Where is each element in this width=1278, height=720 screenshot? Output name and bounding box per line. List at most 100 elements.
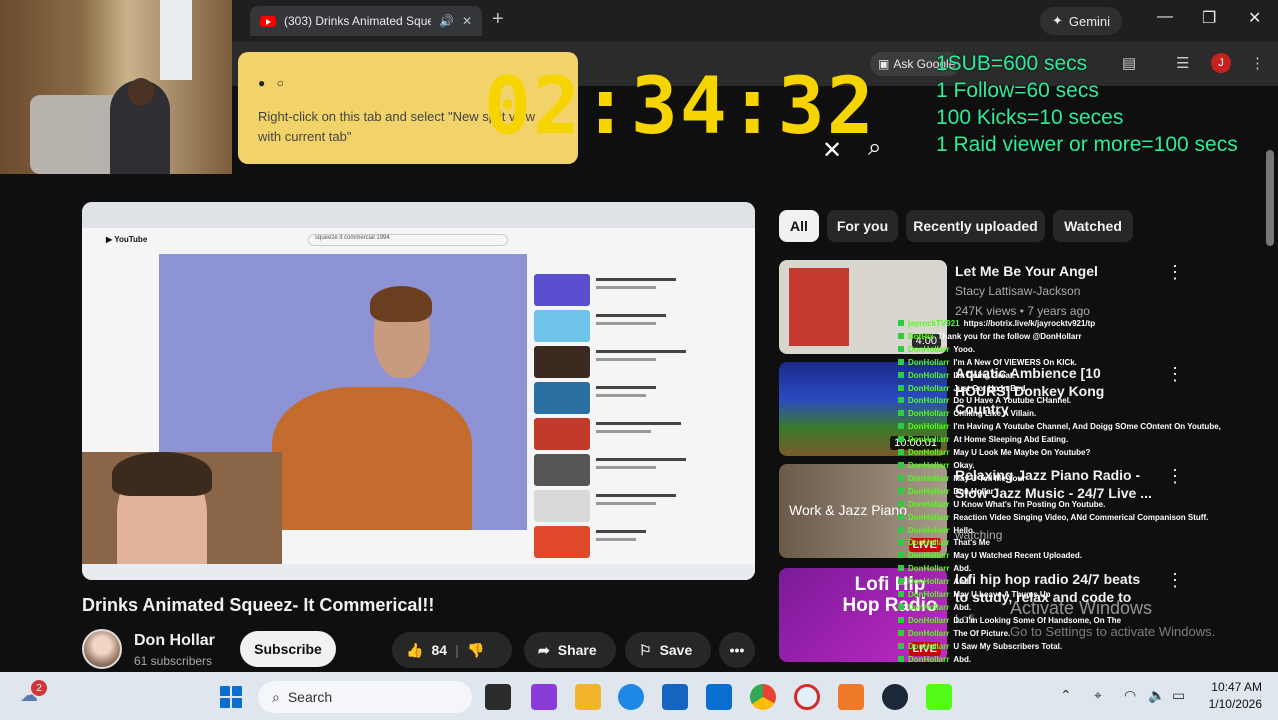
more-actions-button[interactable]: ••• [719, 632, 755, 668]
clock-date[interactable]: 1/10/2026 [1200, 697, 1262, 711]
chrome-icon[interactable] [750, 684, 776, 710]
chat-text: Abd. [953, 602, 972, 612]
close-window-icon[interactable]: ✕ [1248, 8, 1261, 28]
chevron-up-icon[interactable]: ⌃ [1060, 687, 1072, 704]
webcam-window [160, 0, 192, 80]
chat-text: May U Watched Recent Uploaded. [953, 551, 1082, 561]
sparkle-icon: ✦ [1051, 13, 1063, 28]
chat-message: DonHollarr Don Hollar [898, 486, 1258, 499]
location-icon[interactable]: ⌖ [1094, 687, 1102, 704]
thumbs-down-icon[interactable]: 👎 [467, 642, 484, 659]
restore-icon[interactable]: ❐ [1202, 8, 1216, 28]
kick-badge-icon [898, 539, 904, 546]
subscribe-button[interactable]: Subscribe [240, 631, 336, 667]
kick-badge-icon [898, 461, 904, 468]
tooltip-page-dots: ● ○ [258, 76, 288, 90]
edge-icon[interactable] [618, 684, 644, 710]
channel-name[interactable]: Don Hollar [134, 632, 215, 650]
chat-message: DonHollarr May U Tell Me Your [898, 473, 1258, 486]
taskbar-search[interactable]: ⌕ Search [258, 681, 472, 713]
tab-title: (303) Drinks Animated Squeez [284, 14, 431, 28]
chat-username: DonHollarr [908, 383, 950, 393]
kick-icon[interactable] [926, 684, 952, 710]
volume-icon[interactable]: 🔈 [1148, 687, 1165, 704]
kick-badge-icon [898, 345, 904, 352]
more-menu-icon[interactable]: ⋮ [1250, 54, 1265, 72]
notification-badge: 2 [31, 680, 47, 696]
chip-all[interactable]: All [779, 210, 819, 242]
chat-text: At Home Sleeping Abd Eating. [953, 435, 1069, 445]
chat-message: DonHollarr Okay. [898, 460, 1258, 473]
minimize-icon[interactable]: — [1157, 8, 1173, 26]
store-icon[interactable] [662, 684, 688, 710]
battery-icon[interactable]: ▭ [1172, 687, 1185, 704]
kick-badge-icon [898, 358, 904, 365]
kick-badge-icon [898, 332, 904, 339]
chip-for-you[interactable]: For you [827, 210, 898, 242]
channel-avatar[interactable] [82, 629, 122, 669]
save-button[interactable]: ⚐ Save [625, 632, 711, 668]
like-count[interactable]: 84 [431, 642, 447, 658]
sidebar-video-channel[interactable]: Stacy Lattisaw-Jackson [955, 284, 1080, 298]
kick-badge-icon [898, 397, 904, 404]
chat-message: DonHollarr Abd. [898, 654, 1258, 667]
steam-icon[interactable] [882, 684, 908, 710]
more-horizontal-icon: ••• [729, 642, 745, 658]
rule-line: 100 Kicks=10 seces [936, 106, 1124, 129]
chat-username: BotRix [908, 331, 934, 341]
chat-username: DonHollarr [908, 486, 950, 496]
chip-recently-uploaded[interactable]: Recently uploaded [906, 210, 1045, 242]
inner-webcam-hair [112, 452, 212, 496]
copilot-icon[interactable] [531, 684, 557, 710]
chat-text: Thank you for the follow @DonHollarr [937, 331, 1082, 341]
kick-badge-icon [898, 565, 904, 572]
inner-webcam [82, 452, 282, 580]
stream-timer: 02:34:32 [484, 62, 876, 152]
chat-message: DonHollarr Yooo. [898, 344, 1258, 357]
search-icon: ⌕ [272, 688, 280, 705]
browser-tab[interactable]: (303) Drinks Animated Squeez 🔊 ✕ [250, 6, 482, 36]
chat-username: DonHollarr [908, 577, 950, 587]
outlook-icon[interactable] [706, 684, 732, 710]
kick-badge-icon [898, 320, 904, 326]
chat-text: Abd. [953, 654, 972, 664]
windows-start-icon[interactable] [220, 686, 242, 708]
sidebar-video-title[interactable]: Let Me Be Your Angel [955, 262, 1155, 280]
chat-username: DonHollarr [908, 473, 950, 483]
kick-badge-icon [898, 578, 904, 585]
scrollbar[interactable] [1266, 150, 1274, 246]
gemini-button[interactable]: ✦ Gemini [1040, 7, 1122, 35]
opera-icon[interactable] [794, 684, 820, 710]
thumbnail-text: Work & Jazz Piano [789, 502, 908, 518]
chat-username: DonHollarr [908, 602, 950, 612]
chat-text: Yooo. [953, 344, 975, 354]
chat-username: DonHollarr [908, 551, 950, 561]
video-boy-body [272, 387, 472, 530]
kick-badge-icon [898, 500, 904, 507]
app-icon[interactable] [838, 684, 864, 710]
chat-text: U Know What's I'm Posting On Youtube. [953, 499, 1106, 509]
kick-badge-icon [898, 552, 904, 559]
chat-text: Reaction Video Singing Video, ANd Commer… [953, 512, 1209, 522]
file-explorer-icon[interactable] [575, 684, 601, 710]
wifi-icon[interactable]: ◠ [1124, 687, 1136, 704]
chip-watched[interactable]: Watched [1053, 210, 1133, 242]
thumbs-up-icon[interactable]: 👍 [406, 642, 423, 659]
task-view-icon[interactable] [485, 684, 511, 710]
speaker-icon[interactable]: 🔊 [439, 14, 454, 28]
video-player[interactable]: ▶ YouTube squeeze it commercial 1994 [82, 202, 755, 580]
share-button[interactable]: ➦ Share [524, 632, 616, 668]
clock-time[interactable]: 10:47 AM [1206, 680, 1262, 694]
chat-message: DonHollarr I'm A New Of VIEWERS On KICk. [898, 357, 1258, 370]
chat-message: DonHollarr U Saw My Subscribers Total. [898, 641, 1258, 654]
like-dislike-group: 👍 84 | 👎 [392, 632, 512, 668]
inner-youtube-logo: ▶ YouTube [106, 235, 148, 244]
chat-text: Do U Have A Youtube CHannel. [953, 396, 1072, 406]
new-tab-button[interactable]: + [492, 8, 504, 31]
more-vertical-icon[interactable]: ⋮ [1166, 262, 1184, 283]
close-tab-icon[interactable]: ✕ [462, 14, 472, 28]
chat-message: DonHollarr U Know What's I'm Posting On Y… [898, 499, 1258, 512]
chat-message: DonHollarr Reaction Video Singing Video, … [898, 512, 1258, 525]
chat-text: Don Hollar [953, 486, 994, 496]
chat-message: DonHollarr That's Me [898, 537, 1258, 550]
